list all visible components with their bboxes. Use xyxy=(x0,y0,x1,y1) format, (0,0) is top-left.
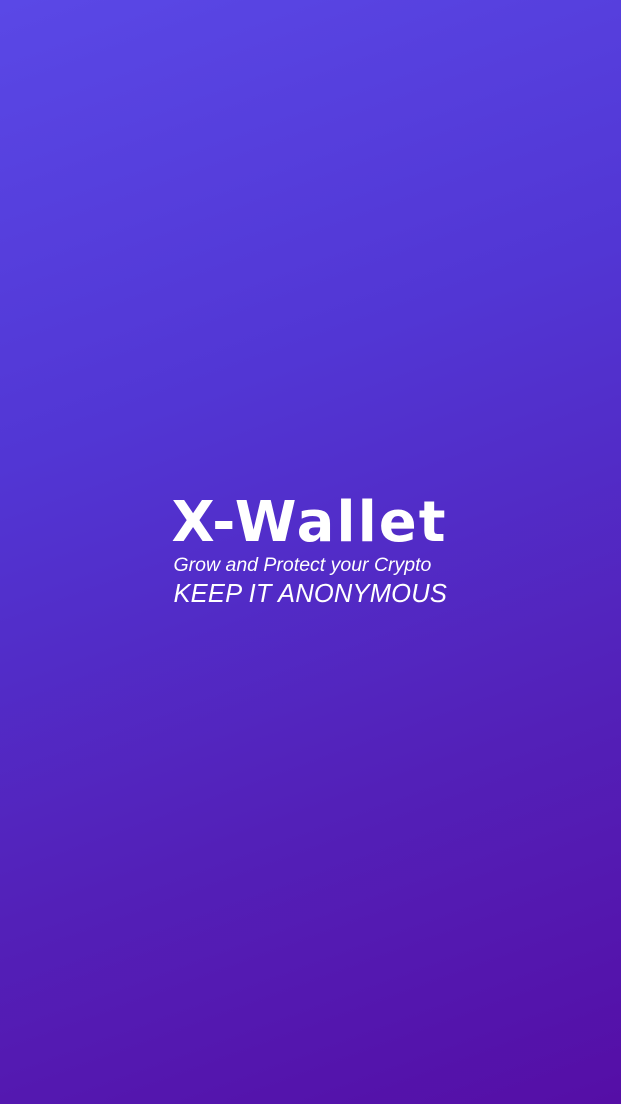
app-logo-title: X-Wallet xyxy=(171,490,448,555)
splash-screen: X-Wallet Grow and Protect your Crypto KE… xyxy=(0,0,621,1104)
brand-lockup: X-Wallet Grow and Protect your Crypto KE… xyxy=(171,490,448,609)
app-tagline: Grow and Protect your Crypto xyxy=(173,554,432,576)
app-motto: KEEP IT ANONYMOUS xyxy=(173,580,448,608)
